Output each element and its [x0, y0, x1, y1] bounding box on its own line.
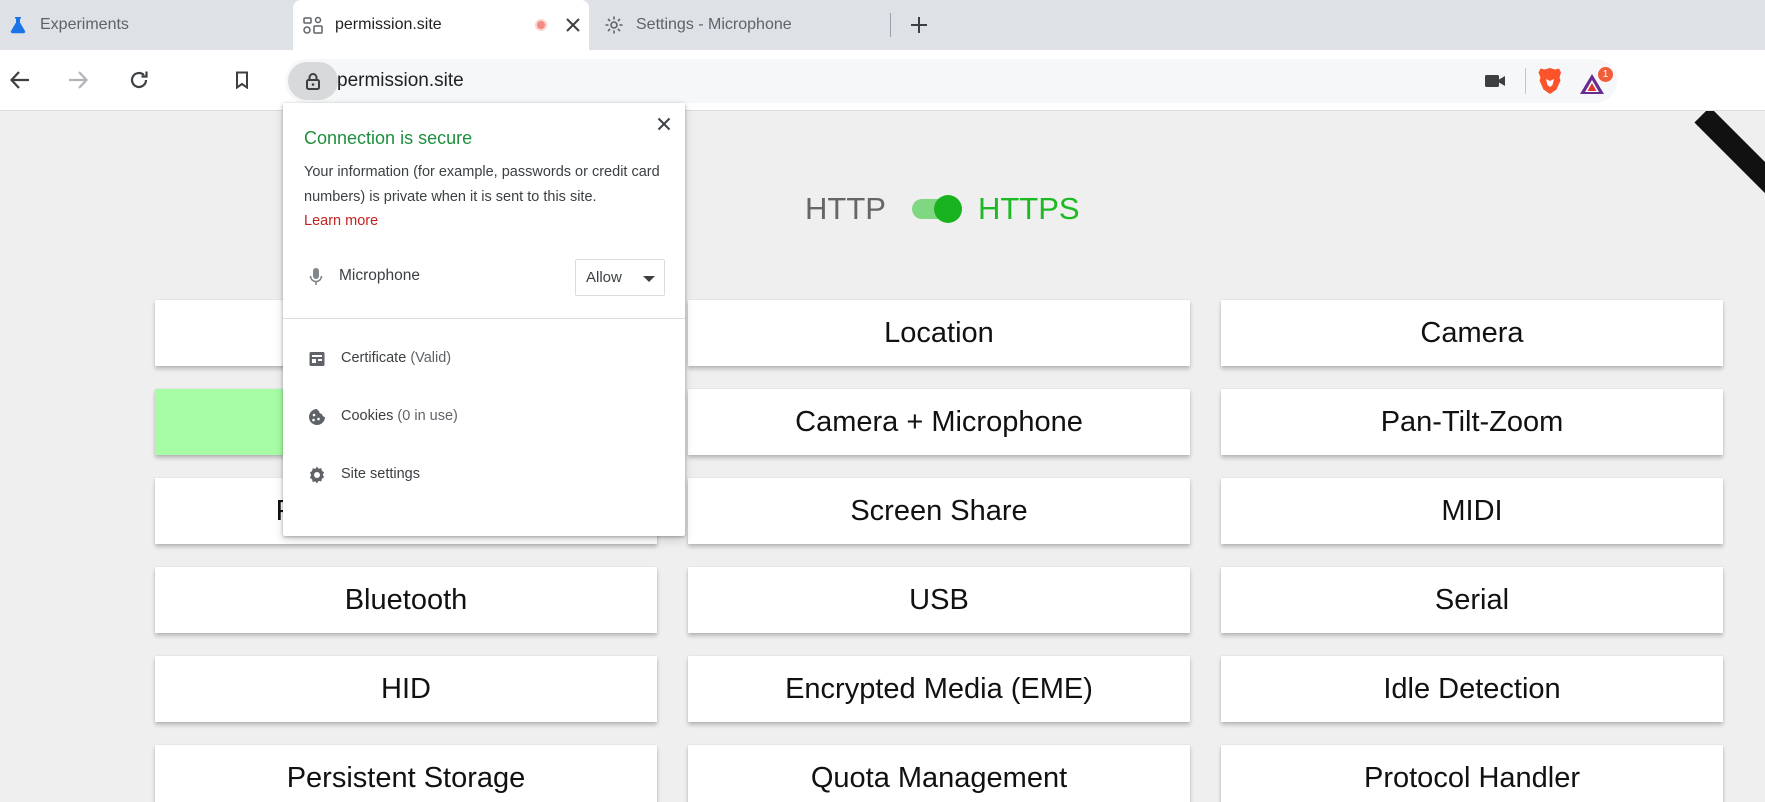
- certificate-text: Certificate: [341, 350, 407, 366]
- site-settings-row[interactable]: Site settings: [283, 450, 685, 500]
- serial-button[interactable]: Serial: [1221, 567, 1723, 633]
- page-info-popup: Connection is secure Your information (f…: [283, 103, 685, 536]
- back-button[interactable]: [2, 62, 38, 98]
- popup-divider: [283, 318, 685, 319]
- persistent-storage-button[interactable]: Persistent Storage: [155, 745, 657, 802]
- usb-button[interactable]: USB: [688, 567, 1190, 633]
- close-tab-button[interactable]: [559, 11, 587, 39]
- certificate-status: (Valid): [410, 350, 452, 366]
- certificate-icon: [305, 347, 329, 371]
- bluetooth-button[interactable]: Bluetooth: [155, 567, 657, 633]
- dropdown-caret-icon: [643, 276, 655, 282]
- address-bar[interactable]: permission.site 1: [285, 59, 1617, 103]
- brave-rewards-icon[interactable]: 1: [1579, 67, 1613, 97]
- close-icon: [657, 117, 671, 131]
- flask-icon: [6, 13, 30, 37]
- forward-button[interactable]: [60, 62, 96, 98]
- url-text[interactable]: permission.site: [337, 59, 464, 103]
- tab-title: Experiments: [40, 16, 129, 33]
- cookie-icon: [305, 405, 329, 429]
- rewards-badge: 1: [1598, 67, 1613, 82]
- tab-title: permission.site: [335, 16, 442, 33]
- https-switch[interactable]: [911, 195, 962, 223]
- brave-shields-icon[interactable]: [1537, 67, 1563, 95]
- gear-icon: [602, 13, 626, 37]
- camera-button[interactable]: Camera: [1221, 300, 1723, 366]
- protocol-handler-button[interactable]: Protocol Handler: [1221, 745, 1723, 802]
- tab-experiments[interactable]: Experiments: [0, 0, 292, 50]
- microphone-permission-label: Microphone: [339, 267, 420, 284]
- cookies-label: Cookies (0 in use): [341, 408, 458, 424]
- reload-button[interactable]: [121, 62, 157, 98]
- certificate-row[interactable]: Certificate (Valid): [283, 334, 685, 384]
- switch-knob: [933, 195, 962, 223]
- microphone-icon: [304, 265, 328, 289]
- http-label[interactable]: HTTP: [805, 191, 886, 227]
- tab-strip: Experiments permission.site Settings - M…: [0, 0, 1765, 50]
- new-tab-button[interactable]: [902, 8, 936, 42]
- gear-icon: [305, 463, 329, 487]
- tab-title: Settings - Microphone: [636, 16, 792, 33]
- microphone-permission-select[interactable]: Allow: [575, 259, 665, 296]
- popup-close-button[interactable]: [652, 112, 676, 136]
- reload-icon: [130, 71, 148, 89]
- cookies-text: Cookies: [341, 408, 394, 424]
- plus-icon: [911, 17, 927, 33]
- hid-button[interactable]: HID: [155, 656, 657, 722]
- cookies-row[interactable]: Cookies (0 in use): [283, 392, 685, 442]
- tab-settings-microphone[interactable]: Settings - Microphone: [596, 0, 890, 50]
- site-favicon-icon: [301, 13, 325, 37]
- recording-indicator-icon: [535, 19, 547, 31]
- address-bar-divider: [1525, 68, 1526, 94]
- browser-toolbar: permission.site 1: [0, 50, 1765, 111]
- quota-management-button[interactable]: Quota Management: [688, 745, 1190, 802]
- camera-microphone-button[interactable]: Camera + Microphone: [688, 389, 1190, 455]
- site-settings-label: Site settings: [341, 466, 420, 482]
- bookmark-button[interactable]: [224, 62, 260, 98]
- arrow-left-icon: [9, 71, 29, 89]
- corner-ribbon[interactable]: [1694, 111, 1765, 208]
- cookies-status: (0 in use): [397, 408, 458, 424]
- screen-share-button[interactable]: Screen Share: [688, 478, 1190, 544]
- bookmark-icon: [236, 71, 248, 89]
- location-button[interactable]: Location: [688, 300, 1190, 366]
- midi-button[interactable]: MIDI: [1221, 478, 1723, 544]
- site-info-button[interactable]: [288, 62, 338, 100]
- camera-icon[interactable]: [1482, 69, 1508, 93]
- learn-more-link[interactable]: Learn more: [304, 213, 378, 229]
- tab-separator: [890, 13, 891, 37]
- pan-tilt-zoom-button[interactable]: Pan-Tilt-Zoom: [1221, 389, 1723, 455]
- idle-detection-button[interactable]: Idle Detection: [1221, 656, 1723, 722]
- lock-icon: [306, 73, 320, 90]
- arrow-right-icon: [69, 71, 89, 89]
- eme-button[interactable]: Encrypted Media (EME): [688, 656, 1190, 722]
- certificate-label: Certificate (Valid): [341, 350, 451, 366]
- connection-description: Your information (for example, passwords…: [304, 164, 660, 205]
- close-icon: [566, 18, 580, 32]
- page-content: HTTP HTTPS Notifications Location Camera…: [0, 111, 1765, 802]
- connection-secure-title: Connection is secure: [304, 128, 473, 148]
- select-value: Allow: [586, 269, 622, 286]
- https-label[interactable]: HTTPS: [978, 191, 1080, 227]
- microphone-permission-row: Microphone Allow: [283, 257, 685, 297]
- tab-permission-site[interactable]: permission.site: [293, 0, 589, 50]
- protocol-toggle: HTTP HTTPS: [805, 191, 1080, 227]
